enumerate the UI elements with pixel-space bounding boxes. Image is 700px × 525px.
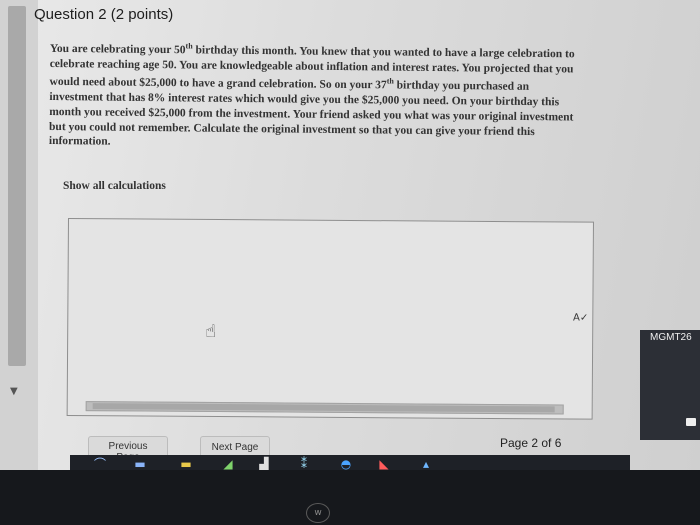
screen: ▼ Question 2 (2 points) You are celebrat… xyxy=(0,0,700,470)
cloud-icon[interactable]: ◓ xyxy=(338,457,354,470)
panel-toggle-icon[interactable] xyxy=(686,418,696,426)
folder-icon[interactable]: ▬ xyxy=(178,457,194,470)
page-indicator: Page 2 of 6 xyxy=(500,436,562,450)
side-panel-label: MGMT26 xyxy=(650,332,692,343)
people-icon[interactable]: ⁑ xyxy=(296,457,312,470)
scroll-down-arrow-icon[interactable]: ▼ xyxy=(10,386,18,397)
answer-textarea[interactable]: ☝ A✓ xyxy=(66,218,594,420)
horizontal-scrollbar[interactable] xyxy=(85,401,564,415)
red-app-icon[interactable]: ◣ xyxy=(376,457,392,470)
question-text: You are celebrating your 50th birthday t… xyxy=(49,38,610,155)
taskbar: ⌒ ▬ ▬ ◢ ▟ ⁑ ◓ ◣ ▴ xyxy=(70,455,630,470)
hand-pointer-icon: ☝ xyxy=(205,320,217,343)
settings-app-icon[interactable]: ▴ xyxy=(418,457,434,470)
app-icon[interactable]: ▬ xyxy=(132,457,148,470)
horizontal-scrollbar-thumb[interactable] xyxy=(92,403,555,413)
question-title: Question 2 (2 points) xyxy=(34,6,174,23)
brand-logo-icon: w xyxy=(306,503,330,523)
printer-icon[interactable]: ▟ xyxy=(256,457,272,470)
chart-app-icon[interactable]: ◢ xyxy=(220,457,236,470)
spellcheck-icon[interactable]: A✓ xyxy=(573,313,588,324)
browser-icon[interactable]: ⌒ xyxy=(92,457,108,470)
instruction-text: Show all calculations xyxy=(63,180,166,192)
vertical-scrollbar-thumb[interactable] xyxy=(8,6,26,366)
vertical-scrollbar[interactable]: ▼ xyxy=(0,0,38,470)
monitor-bezel xyxy=(0,470,700,525)
side-panel[interactable]: MGMT26 xyxy=(640,330,700,440)
